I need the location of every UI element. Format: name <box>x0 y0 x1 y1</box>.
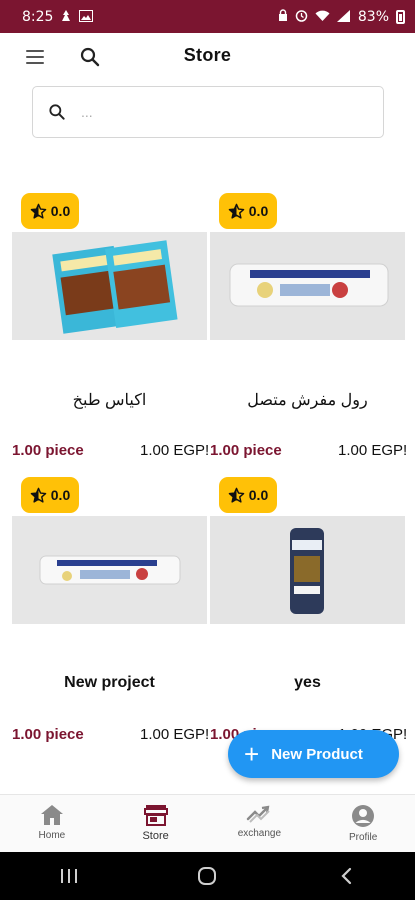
rating-badge: 0.0 <box>219 477 277 513</box>
nav-home[interactable]: Home <box>0 795 104 852</box>
nav-exchange-label: exchange <box>237 828 282 839</box>
plus-icon: + <box>244 739 260 769</box>
nav-home-label: Home <box>38 830 66 841</box>
star-half-icon <box>228 487 245 503</box>
battery-percent: 83% <box>357 8 389 25</box>
product-name: رول مفرش متصل <box>247 392 368 409</box>
alarm-icon <box>295 9 308 24</box>
status-left: 8:25 <box>22 8 94 25</box>
product-name: New project <box>64 674 155 691</box>
home-button[interactable] <box>187 861 227 891</box>
nav-profile[interactable]: Profile <box>311 795 415 852</box>
search-field[interactable] <box>32 86 384 138</box>
new-product-label: New Product <box>271 745 363 763</box>
star-half-icon <box>30 203 47 219</box>
product-price: 1.00 EGP! <box>140 442 210 459</box>
signal-icon <box>336 9 351 24</box>
status-time: 8:25 <box>22 8 54 25</box>
notification-icon <box>60 9 72 25</box>
home-circle-icon <box>198 867 217 885</box>
star-half-icon <box>30 487 47 503</box>
rating-badge: 0.0 <box>21 193 79 229</box>
back-button[interactable] <box>326 861 366 891</box>
recents-icon <box>61 869 78 883</box>
product-image[interactable] <box>12 516 207 624</box>
app-bar: Store <box>0 33 415 81</box>
product-price: 1.00 EGP! <box>140 726 210 743</box>
system-navigation-bar <box>0 852 415 900</box>
lock-icon <box>278 9 288 24</box>
product-image[interactable] <box>210 232 405 340</box>
status-bar: 8:25 83% <box>0 0 415 33</box>
exchange-icon <box>247 805 271 823</box>
nav-store-label: Store <box>142 830 169 842</box>
product-quantity: 1.00 piece <box>12 442 84 459</box>
nav-store[interactable]: Store <box>104 795 208 852</box>
product-quantity: 1.00 piece <box>210 442 282 459</box>
rating-value: 0.0 <box>248 487 269 503</box>
star-half-icon <box>228 203 245 219</box>
recents-button[interactable] <box>49 861 89 891</box>
home-icon <box>40 805 63 825</box>
nav-exchange[interactable]: exchange <box>208 795 312 852</box>
product-name: اكياس طبخ <box>72 392 147 409</box>
nav-profile-label: Profile <box>348 832 378 843</box>
profile-icon <box>352 805 375 827</box>
rating-value: 0.0 <box>248 203 269 219</box>
product-image[interactable] <box>12 232 207 340</box>
rating-value: 0.0 <box>50 203 71 219</box>
wifi-icon <box>315 10 330 24</box>
rating-badge: 0.0 <box>21 477 79 513</box>
store-icon <box>143 805 168 826</box>
rating-value: 0.0 <box>50 487 71 503</box>
battery-icon <box>396 9 405 24</box>
status-right: 83% <box>278 9 405 25</box>
product-quantity: 1.00 piece <box>12 726 84 743</box>
back-icon <box>341 867 351 885</box>
image-icon <box>79 9 94 24</box>
search-input[interactable] <box>81 104 383 120</box>
new-product-button[interactable]: + New Product <box>228 730 399 778</box>
page-title: Store <box>183 45 232 65</box>
product-price: 1.00 EGP! <box>338 442 408 459</box>
bottom-navigation: Home Store exchange Profile <box>0 794 415 852</box>
product-name: yes <box>294 674 321 691</box>
rating-badge: 0.0 <box>219 193 277 229</box>
product-image[interactable] <box>210 516 405 624</box>
search-icon <box>49 104 65 120</box>
